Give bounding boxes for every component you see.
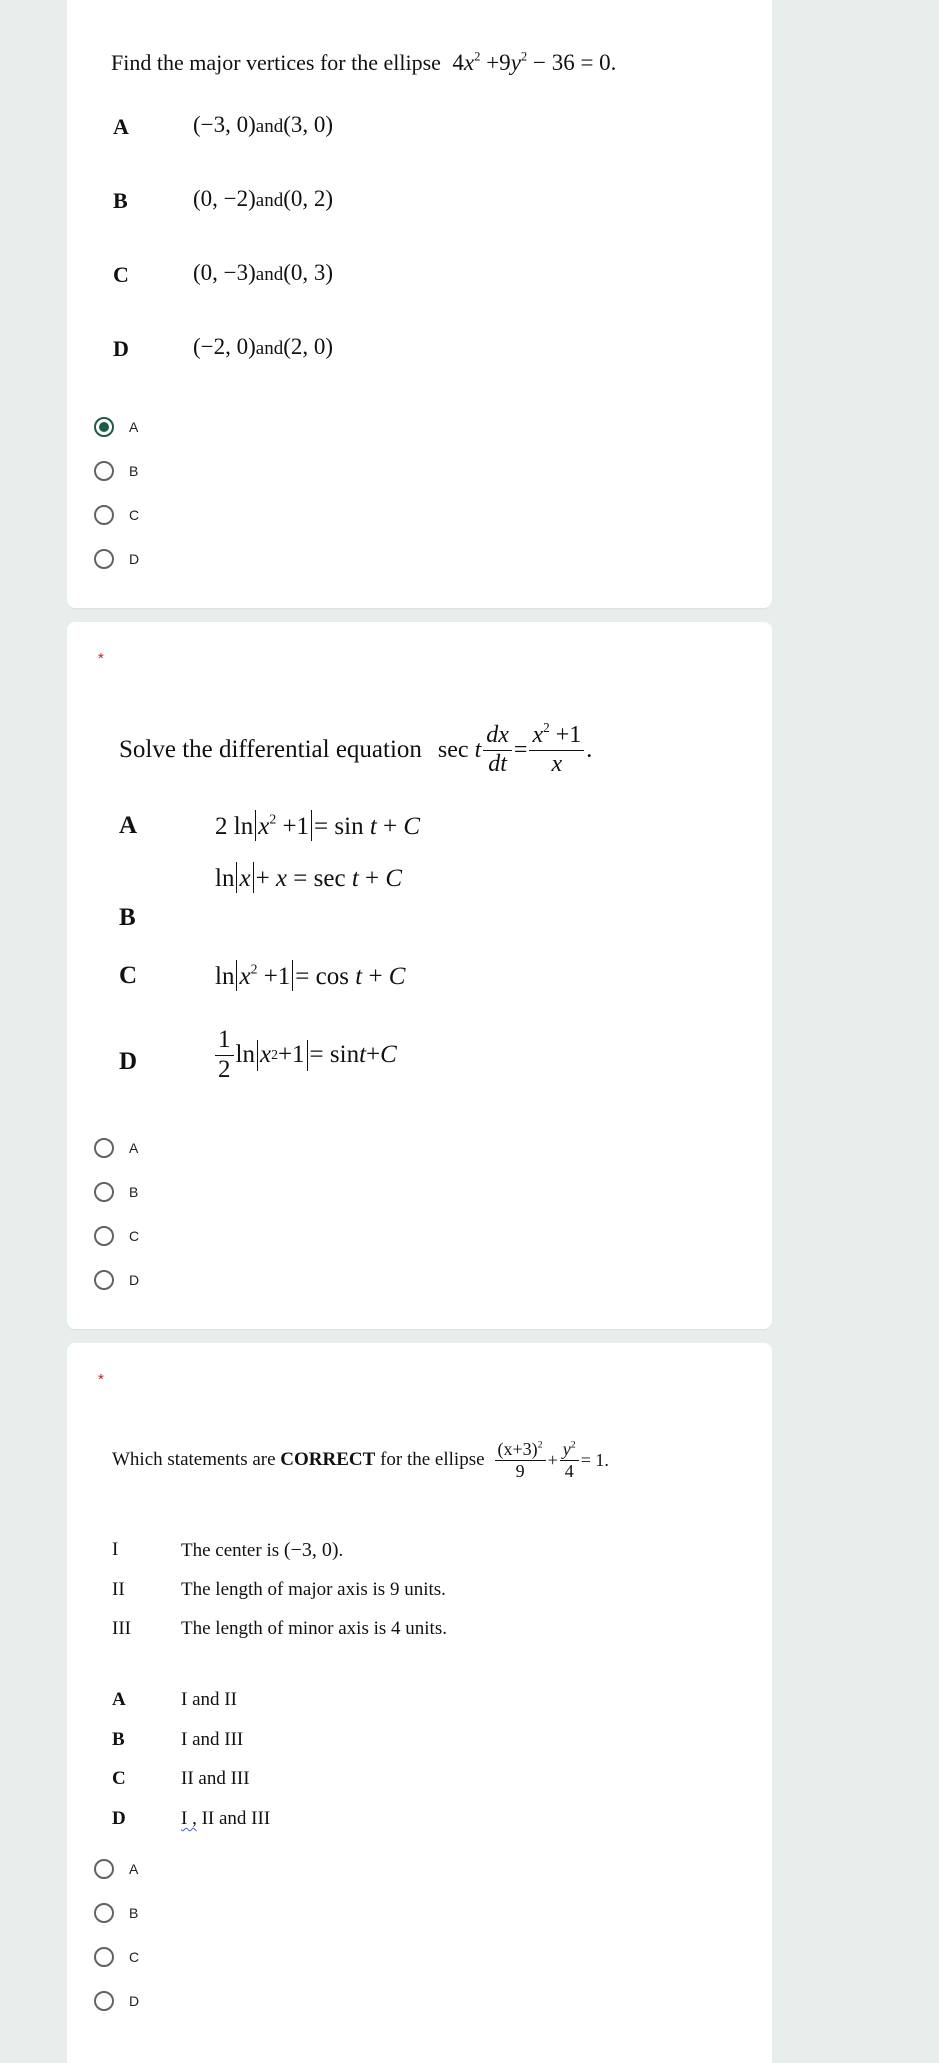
option-b-text: ln x + x = sec t + C bbox=[215, 862, 402, 894]
option-d-text: (−2, 0)and(2, 0) bbox=[193, 334, 334, 359]
option-a-text: (−3, 0)and(3, 0) bbox=[193, 112, 334, 137]
radio-option-a[interactable]: A bbox=[67, 1133, 367, 1163]
option-letter: C bbox=[113, 262, 129, 287]
radio-unchecked-icon[interactable] bbox=[94, 1947, 114, 1967]
required-asterisk: * bbox=[98, 650, 104, 667]
option-letter: B bbox=[112, 1729, 125, 1750]
statement-numeral: II bbox=[112, 1579, 125, 1600]
radio-option-a[interactable]: A bbox=[67, 412, 367, 442]
question-1-prompt: Find the major vertices for the ellipse … bbox=[111, 50, 616, 76]
option-letter: D bbox=[113, 336, 129, 361]
radio-unchecked-icon[interactable] bbox=[94, 1270, 114, 1290]
statement-numeral: III bbox=[112, 1618, 131, 1639]
radio-option-c[interactable]: C bbox=[67, 500, 367, 530]
radio-unchecked-icon[interactable] bbox=[94, 505, 114, 525]
question-text: Solve the differential equation bbox=[119, 736, 422, 764]
radio-option-d[interactable]: D bbox=[67, 1986, 367, 2016]
question-text: Find the major vertices for the ellipse bbox=[111, 50, 441, 75]
option-letter: B bbox=[113, 188, 128, 213]
question-2-equation: sec t dx dt = x2 +1 x . bbox=[437, 720, 593, 777]
option-row-a: A bbox=[113, 114, 129, 140]
option-letter: A bbox=[112, 1689, 126, 1710]
radio-unchecked-icon[interactable] bbox=[94, 1991, 114, 2011]
question-text: Which statements are CORRECT for the ell… bbox=[112, 1449, 485, 1471]
question-card-3: * Which statements are CORRECT for the e… bbox=[67, 1343, 772, 2063]
radio-label: C bbox=[129, 507, 140, 523]
radio-unchecked-icon[interactable] bbox=[94, 1138, 114, 1158]
option-c-text: ln x2 +1 = cos t + C bbox=[215, 960, 406, 992]
radio-unchecked-icon[interactable] bbox=[94, 1182, 114, 1202]
radio-option-c[interactable]: C bbox=[67, 1221, 367, 1251]
radio-option-b[interactable]: B bbox=[67, 1898, 367, 1928]
option-a-text: I and II bbox=[181, 1689, 237, 1710]
radio-option-c[interactable]: C bbox=[67, 1942, 367, 1972]
question-card-1: Find the major vertices for the ellipse … bbox=[67, 0, 772, 608]
option-d-text: 1 2 ln x 2 +1 = sin t + C bbox=[213, 1026, 397, 1085]
radio-unchecked-icon[interactable] bbox=[94, 1226, 114, 1246]
statement-numeral: I bbox=[112, 1539, 119, 1560]
radio-unchecked-icon[interactable] bbox=[94, 1859, 114, 1879]
option-a-text: 2 ln x2 +1 = sin t + C bbox=[215, 810, 421, 842]
radio-label: B bbox=[129, 1184, 139, 1200]
radio-unchecked-icon[interactable] bbox=[94, 549, 114, 569]
option-row-c: C bbox=[113, 262, 129, 288]
radio-label: C bbox=[129, 1949, 140, 1965]
question-3-equation: (x+3)2 9 + y2 4 = 1. bbox=[493, 1439, 609, 1481]
radio-checked-icon[interactable] bbox=[94, 417, 114, 437]
radio-label: D bbox=[129, 1272, 140, 1288]
radio-label: A bbox=[129, 1861, 139, 1877]
option-row-d: D bbox=[113, 336, 129, 362]
radio-unchecked-icon[interactable] bbox=[94, 1903, 114, 1923]
radio-label: C bbox=[129, 1228, 140, 1244]
option-b-text: I and III bbox=[181, 1729, 244, 1750]
option-letter: A bbox=[119, 812, 138, 839]
question-3-prompt: Which statements are CORRECT for the ell… bbox=[112, 1439, 609, 1481]
option-d-text: I , II and III bbox=[181, 1808, 271, 1829]
radio-label: D bbox=[129, 551, 140, 567]
option-letter: B bbox=[119, 904, 136, 931]
option-c-text: II and III bbox=[181, 1768, 250, 1789]
radio-option-a[interactable]: A bbox=[67, 1854, 367, 1884]
option-letter: A bbox=[113, 114, 129, 139]
option-letter: C bbox=[119, 962, 138, 989]
statement-3-text: The length of minor axis is 4 units. bbox=[181, 1618, 447, 1639]
radio-label: B bbox=[129, 463, 139, 479]
option-row-b: B bbox=[113, 188, 128, 214]
radio-label: A bbox=[129, 419, 139, 435]
option-letter: D bbox=[119, 1048, 138, 1075]
option-letter: D bbox=[112, 1808, 126, 1829]
statement-2-text: The length of major axis is 9 units. bbox=[181, 1579, 446, 1600]
radio-label: A bbox=[129, 1140, 139, 1156]
statement-1-text: The center is (−3, 0). bbox=[181, 1539, 344, 1561]
radio-option-d[interactable]: D bbox=[67, 544, 367, 574]
option-letter: C bbox=[112, 1768, 126, 1789]
required-asterisk: * bbox=[98, 1371, 104, 1388]
radio-option-d[interactable]: D bbox=[67, 1265, 367, 1295]
radio-option-b[interactable]: B bbox=[67, 456, 367, 486]
radio-unchecked-icon[interactable] bbox=[94, 461, 114, 481]
radio-label: D bbox=[129, 1993, 140, 2009]
option-b-text: (0, −2)and(0, 2) bbox=[193, 186, 334, 211]
option-c-text: (0, −3)and(0, 3) bbox=[193, 260, 334, 285]
radio-label: B bbox=[129, 1905, 139, 1921]
radio-option-b[interactable]: B bbox=[67, 1177, 367, 1207]
question-1-equation: 4x2 +9y2 − 36 = 0. bbox=[452, 49, 617, 75]
question-2-prompt: Solve the differential equation sec t dx… bbox=[119, 720, 593, 778]
question-card-2: * Solve the differential equation sec t … bbox=[67, 622, 772, 1329]
